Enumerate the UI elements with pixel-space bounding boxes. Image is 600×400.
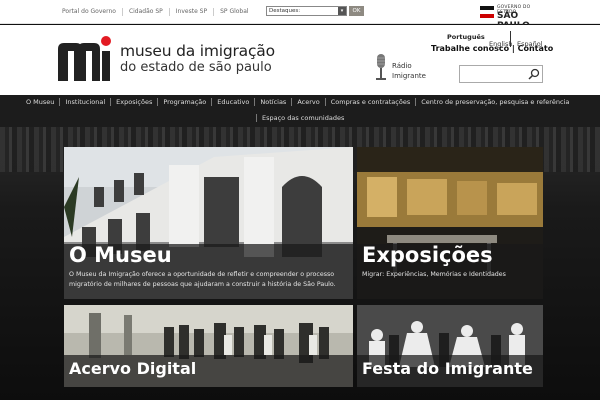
nav-item-exposicoes[interactable]: Exposições: [110, 98, 157, 106]
nav-item-espaco-comunidades[interactable]: Espaço das comunidades: [256, 114, 349, 122]
search-icon[interactable]: [528, 68, 540, 80]
museum-logo-icon[interactable]: [56, 35, 112, 83]
nav-item-centro-preservacao[interactable]: Centro de preservação, pesquisa e referê…: [415, 98, 574, 106]
main-navigation: O Museu Institucional Exposições Program…: [0, 95, 600, 127]
card-desc-o-museu-line2: migratório de milhares de pessoas que aj…: [69, 281, 336, 288]
card-title-festa-do-imigrante: Festa do Imigrante: [362, 359, 533, 378]
logo-subtitle: do estado de são paulo: [120, 60, 272, 75]
gov-link-portal[interactable]: Portal do Governo: [56, 8, 122, 16]
destaques-select[interactable]: Destaques: ▾: [266, 6, 347, 16]
card-desc-exposicoes: Migrar: Experiências, Memórias e Identid…: [362, 271, 506, 278]
sao-paulo-flag-icon: [480, 6, 494, 18]
logo-title: museu da imigração: [120, 42, 275, 60]
card-title-exposicoes: Exposições: [362, 243, 493, 267]
nav-item-institucional[interactable]: Institucional: [59, 98, 110, 106]
gov-link-investe[interactable]: Investe SP: [168, 8, 213, 16]
gov-link-global[interactable]: SP Global: [213, 8, 254, 16]
card-festa-do-imigrante[interactable]: Festa do Imigrante: [357, 305, 543, 387]
radio-imigrante-link[interactable]: Rádio Imigrante: [392, 61, 426, 81]
card-o-museu[interactable]: O Museu O Museu da Imigração oferece a o…: [64, 147, 353, 299]
nav-row-2: Espaço das comunidades: [256, 114, 349, 122]
government-top-bar: Portal do Governo Cidadão SP Investe SP …: [0, 0, 600, 31]
microphone-icon[interactable]: [374, 53, 388, 83]
site-header: museu da imigração do estado de são paul…: [0, 25, 600, 95]
nav-row-1: O Museu Institucional Exposições Program…: [22, 98, 574, 106]
card-title-acervo-digital: Acervo Digital: [69, 359, 197, 378]
nav-item-acervo[interactable]: Acervo: [291, 98, 324, 106]
radio-label-line1: Rádio: [392, 62, 412, 70]
search-input[interactable]: [459, 65, 543, 83]
card-title-o-museu: O Museu: [69, 243, 172, 267]
nav-item-noticias[interactable]: Notícias: [254, 98, 291, 106]
language-portugues[interactable]: Português: [447, 33, 485, 41]
card-desc-o-museu-line1: O Museu da Imigração oferece a oportunid…: [69, 271, 335, 278]
sao-paulo-government-logo[interactable]: GOVERNO DO ESTADO SÃO PAULO: [480, 3, 542, 31]
ok-button[interactable]: OK: [349, 6, 364, 16]
nav-item-compras[interactable]: Compras e contratações: [324, 98, 416, 106]
trabalhe-contato-links[interactable]: Trabalhe conosco | Contato: [431, 44, 553, 53]
chevron-down-icon: ▾: [338, 7, 346, 15]
government-links: Portal do Governo Cidadão SP Investe SP …: [56, 8, 255, 16]
card-acervo-digital[interactable]: Acervo Digital: [64, 305, 353, 387]
nav-item-o-museu[interactable]: O Museu: [22, 98, 59, 106]
nav-item-programacao[interactable]: Programação: [157, 98, 211, 106]
destaques-select-value: Destaques:: [269, 8, 301, 14]
gov-link-cidadao[interactable]: Cidadão SP: [121, 8, 169, 16]
nav-item-educativo[interactable]: Educativo: [211, 98, 254, 106]
card-exposicoes[interactable]: Exposições Migrar: Experiências, Memória…: [357, 147, 543, 299]
radio-label-line2: Imigrante: [392, 72, 426, 80]
